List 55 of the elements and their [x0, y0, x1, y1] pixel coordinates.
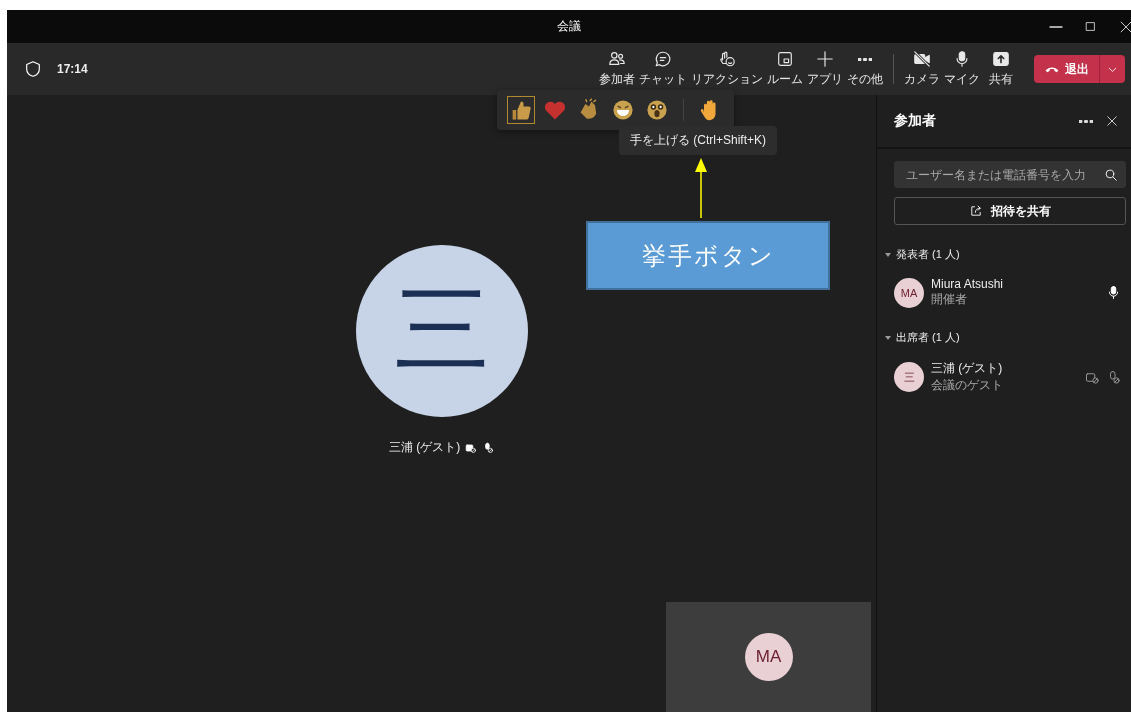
tooltip: 手を上げる (Ctrl+Shift+K) [619, 126, 778, 155]
reaction-icon [718, 50, 736, 68]
section-header[interactable]: 出席者 (1 人) [885, 330, 1131, 345]
plus-icon [816, 50, 834, 68]
toolbar-button[interactable]: カメラ [902, 50, 942, 88]
laughing-face-icon [611, 98, 635, 122]
toolbar-button[interactable]: ルーム [765, 50, 805, 88]
people-icon [608, 50, 626, 68]
caret-icon [885, 252, 891, 257]
share-icon [992, 50, 1010, 68]
leave-button[interactable]: 退出 [1034, 55, 1099, 83]
window-title: 会議 [557, 18, 581, 35]
arrow [694, 158, 708, 218]
participant-name: Miura Atsushi [931, 277, 1005, 291]
mic-off-icon [482, 441, 495, 454]
maximize-icon [1084, 20, 1097, 33]
toolbar-button[interactable]: チャット [637, 50, 689, 88]
panel-title: 参加者 [894, 112, 937, 130]
avatar: MA [894, 277, 924, 308]
toolbar-button[interactable]: 共有 [982, 50, 1020, 88]
caret-icon [885, 335, 891, 340]
mic-icon [953, 50, 971, 68]
callout-label: 挙手ボタン [586, 221, 830, 290]
participant-role: 開催者 [931, 291, 968, 308]
avatar: 三 [894, 362, 924, 392]
section-header[interactable]: 発表者 (1 人) [885, 247, 1131, 262]
more-icon [1079, 119, 1093, 123]
search-icon [1104, 167, 1118, 182]
close-button[interactable] [1105, 114, 1119, 128]
search-field[interactable]: ユーザー名または電話番号を入力 [894, 161, 1126, 188]
mic-icon [1106, 285, 1121, 300]
close-icon [1105, 114, 1119, 128]
toolbar-button[interactable]: その他 [845, 50, 885, 88]
share-icon [969, 204, 983, 218]
meeting-time: 17:14 [57, 62, 88, 76]
participant-avatar: 三 [355, 245, 528, 417]
chat-icon [654, 50, 672, 68]
participant-role: 会議のゲスト [931, 377, 1004, 394]
camera-off-icon [913, 50, 931, 68]
toolbar-button[interactable]: マイク [942, 50, 982, 88]
more-button[interactable] [1079, 119, 1093, 123]
more-icon [858, 57, 872, 61]
camera-off-icon [465, 441, 478, 454]
toolbar-button[interactable]: アプリ [805, 50, 845, 88]
minimize-icon [1048, 25, 1063, 28]
participant-name: 三浦 (ゲスト) [388, 439, 461, 456]
toolbar-button[interactable]: 参加者 [597, 50, 637, 88]
participant-name: 三浦 (ゲスト) [931, 360, 1004, 377]
surprised-face-icon [645, 98, 669, 122]
share-invite-button[interactable]: 招待を共有 [894, 197, 1126, 225]
toolbar-button[interactable]: リアクション [689, 50, 765, 88]
avatar: MA [744, 633, 793, 681]
room-icon [776, 50, 794, 68]
shield-icon [24, 60, 42, 78]
close-icon [1118, 19, 1131, 34]
